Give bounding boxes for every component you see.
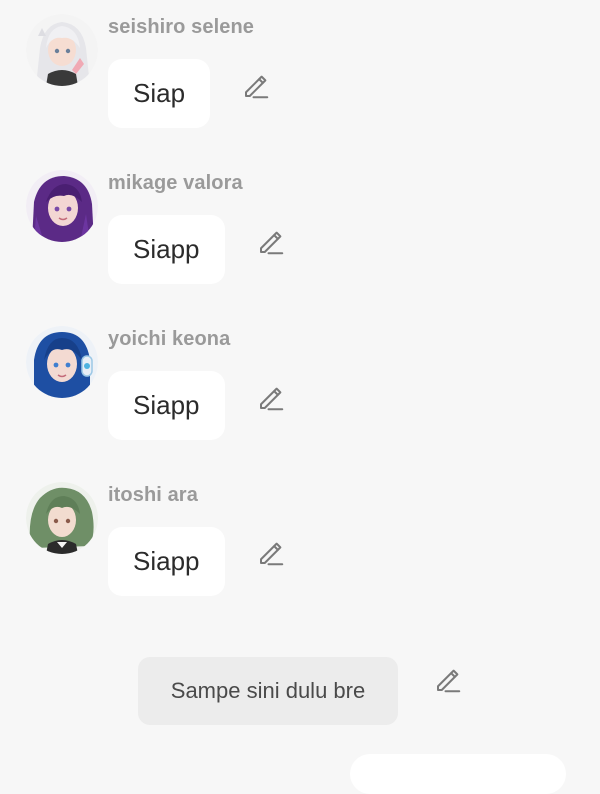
pencil-edit-icon bbox=[437, 669, 461, 693]
avatar-green-hair-icon bbox=[26, 482, 98, 554]
user-message-bubble[interactable]: Sampe sini dulu bre bbox=[138, 657, 398, 725]
message-bubble[interactable]: Siapp bbox=[108, 527, 225, 596]
sender-name: itoshi ara bbox=[108, 484, 198, 506]
avatar[interactable] bbox=[26, 482, 98, 554]
avatar-blue-hair-headphones-icon bbox=[26, 326, 98, 398]
message-text: Siap bbox=[133, 78, 186, 108]
message-bubble[interactable]: Siapp bbox=[108, 215, 225, 284]
pencil-edit-icon bbox=[260, 387, 284, 411]
edit-button[interactable] bbox=[256, 538, 286, 568]
avatar[interactable] bbox=[26, 14, 98, 86]
message-text: Siapp bbox=[133, 234, 200, 264]
avatar[interactable] bbox=[26, 326, 98, 398]
message-text: Siapp bbox=[133, 390, 200, 420]
pencil-edit-icon bbox=[260, 231, 284, 255]
avatar[interactable] bbox=[26, 170, 98, 242]
message-bubble[interactable]: Siap bbox=[108, 59, 211, 128]
pencil-edit-icon bbox=[260, 542, 284, 566]
edit-button[interactable] bbox=[256, 383, 286, 413]
message-bubble[interactable]: Siapp bbox=[108, 371, 225, 440]
edit-button[interactable] bbox=[241, 71, 271, 101]
sender-name: mikage valora bbox=[108, 172, 243, 194]
edit-button[interactable] bbox=[256, 227, 286, 257]
chat-message: mikage valora Siapp bbox=[0, 170, 600, 310]
chat-message: seishiro selene Siap bbox=[0, 14, 600, 154]
sender-name: yoichi keona bbox=[108, 328, 231, 350]
message-text: Siapp bbox=[133, 546, 200, 576]
chat-message: yoichi keona Siapp bbox=[0, 326, 600, 466]
avatar-silver-hair-icon bbox=[26, 14, 98, 86]
pencil-edit-icon bbox=[245, 75, 269, 99]
edit-button[interactable] bbox=[433, 665, 463, 695]
avatar-purple-hair-icon bbox=[26, 170, 98, 242]
sender-name: seishiro selene bbox=[108, 16, 255, 38]
chat-message: itoshi ara Siapp bbox=[0, 482, 600, 622]
user-message-text: Sampe sini dulu bre bbox=[170, 678, 366, 703]
message-bubble-partial[interactable] bbox=[350, 754, 566, 794]
